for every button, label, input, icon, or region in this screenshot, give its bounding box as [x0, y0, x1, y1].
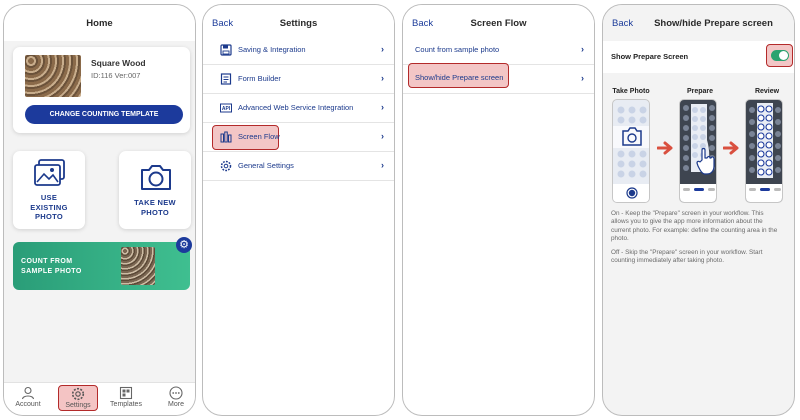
use-existing-line-2: EXISTING — [30, 202, 68, 212]
count-from-sample-card[interactable]: COUNT FROM SAMPLE PHOTO — [13, 242, 190, 290]
count-sample-line-1: COUNT FROM — [21, 258, 73, 265]
step-take-photo-label: Take Photo — [612, 88, 650, 95]
settings-item-form-builder[interactable]: Form Builder › — [203, 65, 394, 94]
description-on-line: On - Keep the "Prepare" screen in your w… — [611, 210, 764, 217]
description-on: On - Keep the "Prepare" screen in your w… — [611, 210, 789, 244]
flow-icon — [220, 131, 232, 143]
save-icon — [220, 44, 232, 56]
camera-icon — [141, 165, 171, 190]
show-prepare-label: Show Prepare Screen — [611, 52, 689, 61]
toggle-knob — [779, 51, 788, 60]
description-on-line: allows you to give the app more informat… — [611, 218, 763, 226]
prepare-preview — [679, 99, 717, 203]
tab-more[interactable]: More — [156, 386, 195, 408]
back-button[interactable]: Back — [612, 18, 633, 29]
description-on-line: photo. — [611, 235, 629, 243]
count-sample-line-2: SAMPLE PHOTO — [21, 268, 82, 275]
show-prepare-toggle[interactable] — [771, 50, 789, 61]
more-icon — [169, 386, 183, 400]
form-icon — [220, 73, 232, 85]
prepare-title: Show/hide Prepare screen — [654, 18, 773, 29]
screen-flow-screen: Back Screen Flow Count from sample photo… — [402, 4, 595, 416]
description-off-line: counting immediately after taking photo. — [611, 257, 724, 265]
api-icon: API — [220, 103, 232, 113]
change-template-button[interactable]: CHANGE COUNTING TEMPLATE — [25, 105, 183, 124]
flow-item-label: Show/hide Prepare screen — [415, 73, 504, 82]
settings-item-label: General Settings — [238, 161, 294, 170]
tab-account[interactable]: Account — [8, 386, 48, 408]
description-off: Off - Skip the "Prepare" screen in your … — [611, 249, 789, 266]
arrow-right-icon — [657, 141, 673, 155]
sample-photo-thumbnail — [121, 247, 155, 285]
chevron-right-icon: › — [381, 73, 384, 83]
use-existing-line-3: PHOTO — [34, 212, 64, 221]
screen-flow-title: Screen Flow — [470, 18, 527, 29]
take-new-line-2: PHOTO — [140, 207, 170, 217]
step-prepare-label: Prepare — [686, 88, 714, 95]
chevron-right-icon: › — [381, 102, 384, 112]
settings-item-screen-flow[interactable]: Screen Flow › — [203, 123, 394, 152]
home-title: Home — [86, 18, 113, 29]
template-card[interactable]: Square Wood ID:116 Ver:007 CHANGE COUNTI… — [13, 47, 190, 133]
template-id-version: ID:116 Ver:007 — [91, 71, 141, 80]
description-off-line: Off - Skip the "Prepare" screen in your … — [611, 249, 763, 256]
settings-screen: Back Settings Saving & Integration › For… — [202, 4, 395, 416]
take-new-line-1: TAKE NEW — [134, 198, 176, 207]
tab-account-label: Account — [15, 401, 41, 408]
flow-item-show-hide-prepare[interactable]: Show/hide Prepare screen › — [403, 63, 594, 94]
flow-item-label: Count from sample photo — [415, 45, 500, 54]
take-new-photo-button[interactable]: TAKE NEW PHOTO — [119, 151, 191, 229]
gear-icon — [220, 160, 232, 172]
gear-icon — [71, 387, 85, 401]
take-photo-preview — [612, 99, 650, 203]
home-header: Home — [4, 5, 195, 41]
settings-item-label: Advanced Web Service Integration — [238, 103, 354, 112]
settings-item-general-settings[interactable]: General Settings › — [203, 152, 394, 181]
settings-item-label: Form Builder — [238, 74, 281, 83]
chevron-right-icon: › — [381, 131, 384, 141]
prepare-header: Back Show/hide Prepare screen — [603, 5, 794, 41]
gallery-icon — [34, 159, 65, 186]
tab-templates-label: Templates — [110, 401, 142, 408]
chevron-right-icon: › — [381, 160, 384, 170]
review-illustration — [746, 103, 782, 202]
chevron-right-icon: › — [381, 44, 384, 54]
user-icon — [21, 386, 35, 400]
chevron-right-icon: › — [581, 73, 584, 83]
bottom-tab-bar: Account Settings Templates More — [4, 382, 195, 415]
sample-settings-gear-icon[interactable]: ⚙ — [176, 237, 192, 253]
settings-item-advanced-web-service[interactable]: API Advanced Web Service Integration › — [203, 94, 394, 123]
template-thumbnail — [25, 55, 81, 97]
home-screen: Home Square Wood ID:116 Ver:007 CHANGE C… — [3, 4, 196, 416]
step-review-label: Review — [754, 88, 780, 95]
use-existing-photo-button[interactable]: USE EXISTING PHOTO — [13, 151, 85, 229]
description-on-line: current photo. For example: define the c… — [611, 226, 778, 234]
tab-settings-label: Settings — [65, 402, 91, 409]
tab-settings[interactable]: Settings — [58, 385, 98, 411]
chevron-right-icon: › — [581, 44, 584, 54]
settings-item-label: Screen Flow — [238, 132, 280, 141]
review-preview — [745, 99, 783, 203]
settings-item-label: Saving & Integration — [238, 45, 306, 54]
take-photo-illustration — [613, 106, 649, 202]
grid-icon — [119, 386, 133, 400]
use-existing-line-1: USE — [40, 193, 58, 202]
arrow-right-icon — [723, 141, 739, 155]
prepare-setting-screen: Back Show/hide Prepare screen Show Prepa… — [602, 4, 795, 416]
svg-text:API: API — [222, 106, 231, 112]
template-name: Square Wood — [91, 58, 146, 68]
settings-item-saving-integration[interactable]: Saving & Integration › — [203, 36, 394, 65]
tab-templates[interactable]: Templates — [106, 386, 146, 408]
prepare-illustration — [680, 104, 716, 202]
tab-more-label: More — [168, 401, 184, 408]
flow-item-count-from-sample[interactable]: Count from sample photo › — [403, 36, 594, 65]
settings-title: Settings — [279, 18, 318, 29]
